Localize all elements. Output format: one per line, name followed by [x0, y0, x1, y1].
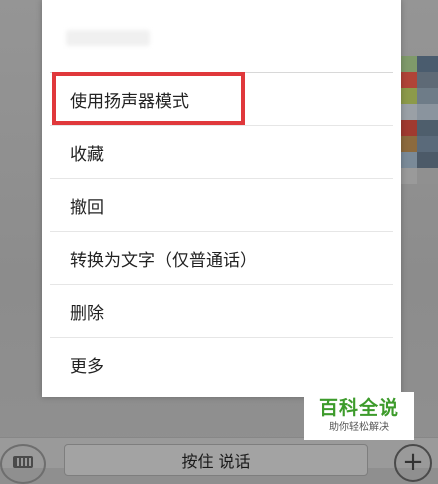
menu-item-speaker-mode[interactable]: 使用扬声器模式 [50, 73, 393, 126]
menu-item-label: 删除 [70, 303, 104, 324]
baikequanshuo-watermark-logo: 百科全说 助你轻松解决 [304, 392, 414, 440]
watermark-subtitle: 助你轻松解决 [329, 422, 389, 433]
blurred-chat-avatars [396, 56, 438, 184]
chat-input-bar: 按住 说话 + [0, 437, 438, 484]
menu-item-label: 使用扬声器模式 [70, 91, 189, 112]
menu-item-convert-to-text[interactable]: 转换为文字（仅普通话） [50, 232, 393, 285]
keyboard-icon [13, 456, 33, 468]
menu-item-favorite[interactable]: 收藏 [50, 126, 393, 179]
watermark-title: 百科全说 [318, 397, 399, 419]
hold-to-talk-button[interactable]: 按住 说话 [64, 444, 368, 476]
menu-item-label: 更多 [70, 357, 104, 377]
menu-item-recall[interactable]: 撤回 [50, 179, 393, 232]
keyboard-toggle-button[interactable] [0, 444, 46, 484]
plus-icon[interactable]: + [394, 444, 432, 482]
menu-item-delete[interactable]: 删除 [50, 285, 393, 338]
message-context-menu: 使用扬声器模式 收藏 撤回 转换为文字（仅普通话） 删除 更多 [42, 0, 401, 397]
blurred-contact-name [66, 30, 150, 46]
menu-item-label: 收藏 [70, 144, 104, 165]
menu-item-more[interactable]: 更多 [50, 338, 393, 391]
menu-header [42, 0, 401, 72]
menu-item-label: 转换为文字（仅普通话） [70, 250, 257, 271]
menu-item-label: 撤回 [70, 197, 104, 218]
